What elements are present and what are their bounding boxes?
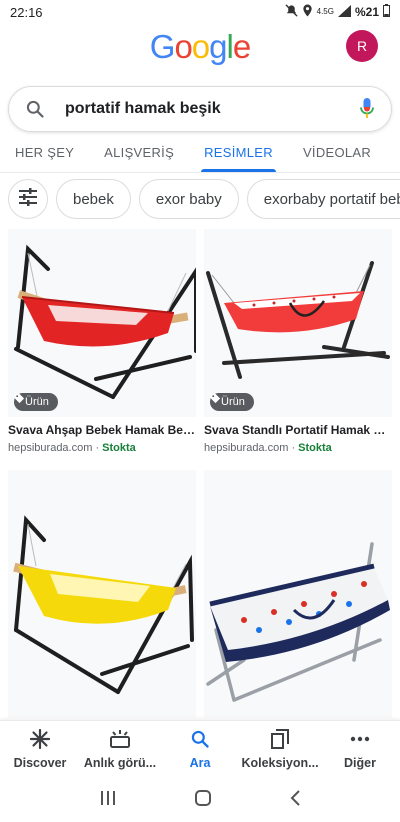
result-thumbnail[interactable] xyxy=(204,470,392,718)
status-icons: 4.5G %21 xyxy=(285,4,390,20)
updates-icon xyxy=(109,729,131,752)
hammock-crib-image xyxy=(206,542,390,702)
signal-icon xyxy=(337,4,351,20)
filter-chip[interactable] xyxy=(8,179,48,219)
suggestion-chip[interactable]: bebek xyxy=(56,179,131,219)
search-tabs: HER ŞEYALIŞVERİŞRESİMLERVİDEOLARHABER xyxy=(0,137,400,173)
logo-letter: g xyxy=(209,28,227,65)
stock-status: Stokta xyxy=(102,442,136,454)
image-result[interactable]: Ürün Svava Standlı Portatif Hamak B... h… xyxy=(204,229,392,454)
logo-letter: G xyxy=(149,28,176,65)
microphone-icon[interactable] xyxy=(359,97,375,121)
image-result[interactable] xyxy=(204,470,392,718)
tab-vi̇deolar[interactable]: VİDEOLAR xyxy=(288,137,386,172)
home-icon[interactable] xyxy=(194,789,212,812)
nav-label: Anlık görü... xyxy=(83,756,157,770)
source-domain: hepsiburada.com xyxy=(8,442,93,454)
result-source: hepsiburada.com · Stokta xyxy=(8,442,196,454)
logo-letter: o xyxy=(174,28,192,65)
nav-updates[interactable]: Anlık görü... xyxy=(80,721,160,778)
result-title[interactable]: Svava Ahşap Bebek Hamak Beş... xyxy=(8,423,196,437)
separator: · xyxy=(92,442,103,454)
tab-her-şey[interactable]: HER ŞEY xyxy=(0,137,89,172)
app-bottom-nav: Discover Anlık görü... Ara Koleksiyon...… xyxy=(0,720,400,778)
tab-haber[interactable]: HABER xyxy=(386,137,400,172)
image-result[interactable]: Ürün Svava Ahşap Bebek Hamak Beş... heps… xyxy=(8,229,196,454)
nav-more[interactable]: Diğer xyxy=(320,721,400,778)
avatar-initial: R xyxy=(356,38,368,54)
refinement-chips: bebek exor baby exorbaby portatif beb xyxy=(8,179,400,221)
nav-search[interactable]: Ara xyxy=(160,721,240,778)
hammock-crib-image xyxy=(206,261,390,379)
account-avatar[interactable]: R xyxy=(346,30,378,62)
tab-alişveri̇ş[interactable]: ALIŞVERİŞ xyxy=(89,137,189,172)
network-type: 4.5G xyxy=(316,7,334,16)
logo-letter: o xyxy=(191,28,210,65)
nav-collections[interactable]: Koleksiyon... xyxy=(240,721,320,778)
search-box[interactable]: portatif hamak beşik xyxy=(8,86,392,132)
product-badge: Ürün xyxy=(210,393,254,411)
badge-label: Ürün xyxy=(25,396,49,408)
hammock-crib-image xyxy=(14,244,196,399)
search-query[interactable]: portatif hamak beşik xyxy=(65,100,359,118)
status-bar: 22:16 4.5G %21 xyxy=(0,0,400,24)
clock: 22:16 xyxy=(10,4,43,20)
location-icon xyxy=(302,4,313,20)
battery-icon xyxy=(383,4,390,20)
google-logo[interactable]: Google xyxy=(0,28,400,66)
suggestion-chip[interactable]: exorbaby portatif beb xyxy=(246,179,400,219)
nav-discover[interactable]: Discover xyxy=(0,721,80,778)
nav-label: Discover xyxy=(13,756,67,770)
result-thumbnail[interactable]: Ürün xyxy=(8,229,196,417)
mute-icon xyxy=(285,4,298,20)
logo-letter: e xyxy=(232,28,251,65)
recent-apps-icon[interactable] xyxy=(99,790,117,811)
image-result[interactable] xyxy=(8,470,196,718)
tune-icon xyxy=(18,188,38,210)
more-icon xyxy=(350,729,370,752)
tab-resi̇mler[interactable]: RESİMLER xyxy=(189,137,288,172)
system-nav-bar xyxy=(0,778,400,822)
source-domain: hepsiburada.com xyxy=(204,442,289,454)
back-icon[interactable] xyxy=(289,789,301,812)
bookmark-icon xyxy=(270,729,290,752)
stock-status: Stokta xyxy=(298,442,332,454)
result-thumbnail[interactable] xyxy=(8,470,196,718)
nav-label: Ara xyxy=(189,756,211,770)
badge-label: Ürün xyxy=(221,396,245,408)
asterisk-icon xyxy=(29,728,51,752)
result-thumbnail[interactable]: Ürün xyxy=(204,229,392,417)
result-title[interactable]: Svava Standlı Portatif Hamak B... xyxy=(204,423,392,437)
nav-label: Diğer xyxy=(344,756,376,770)
hammock-crib-image xyxy=(13,515,194,694)
product-badge: Ürün xyxy=(14,393,58,411)
result-source: hepsiburada.com · Stokta xyxy=(204,442,392,454)
suggestion-chip[interactable]: exor baby xyxy=(138,179,239,219)
battery-level: %21 xyxy=(354,5,379,19)
search-icon[interactable] xyxy=(25,99,45,119)
nav-label: Koleksiyon... xyxy=(241,756,319,770)
search-icon xyxy=(190,729,210,752)
separator: · xyxy=(288,442,299,454)
